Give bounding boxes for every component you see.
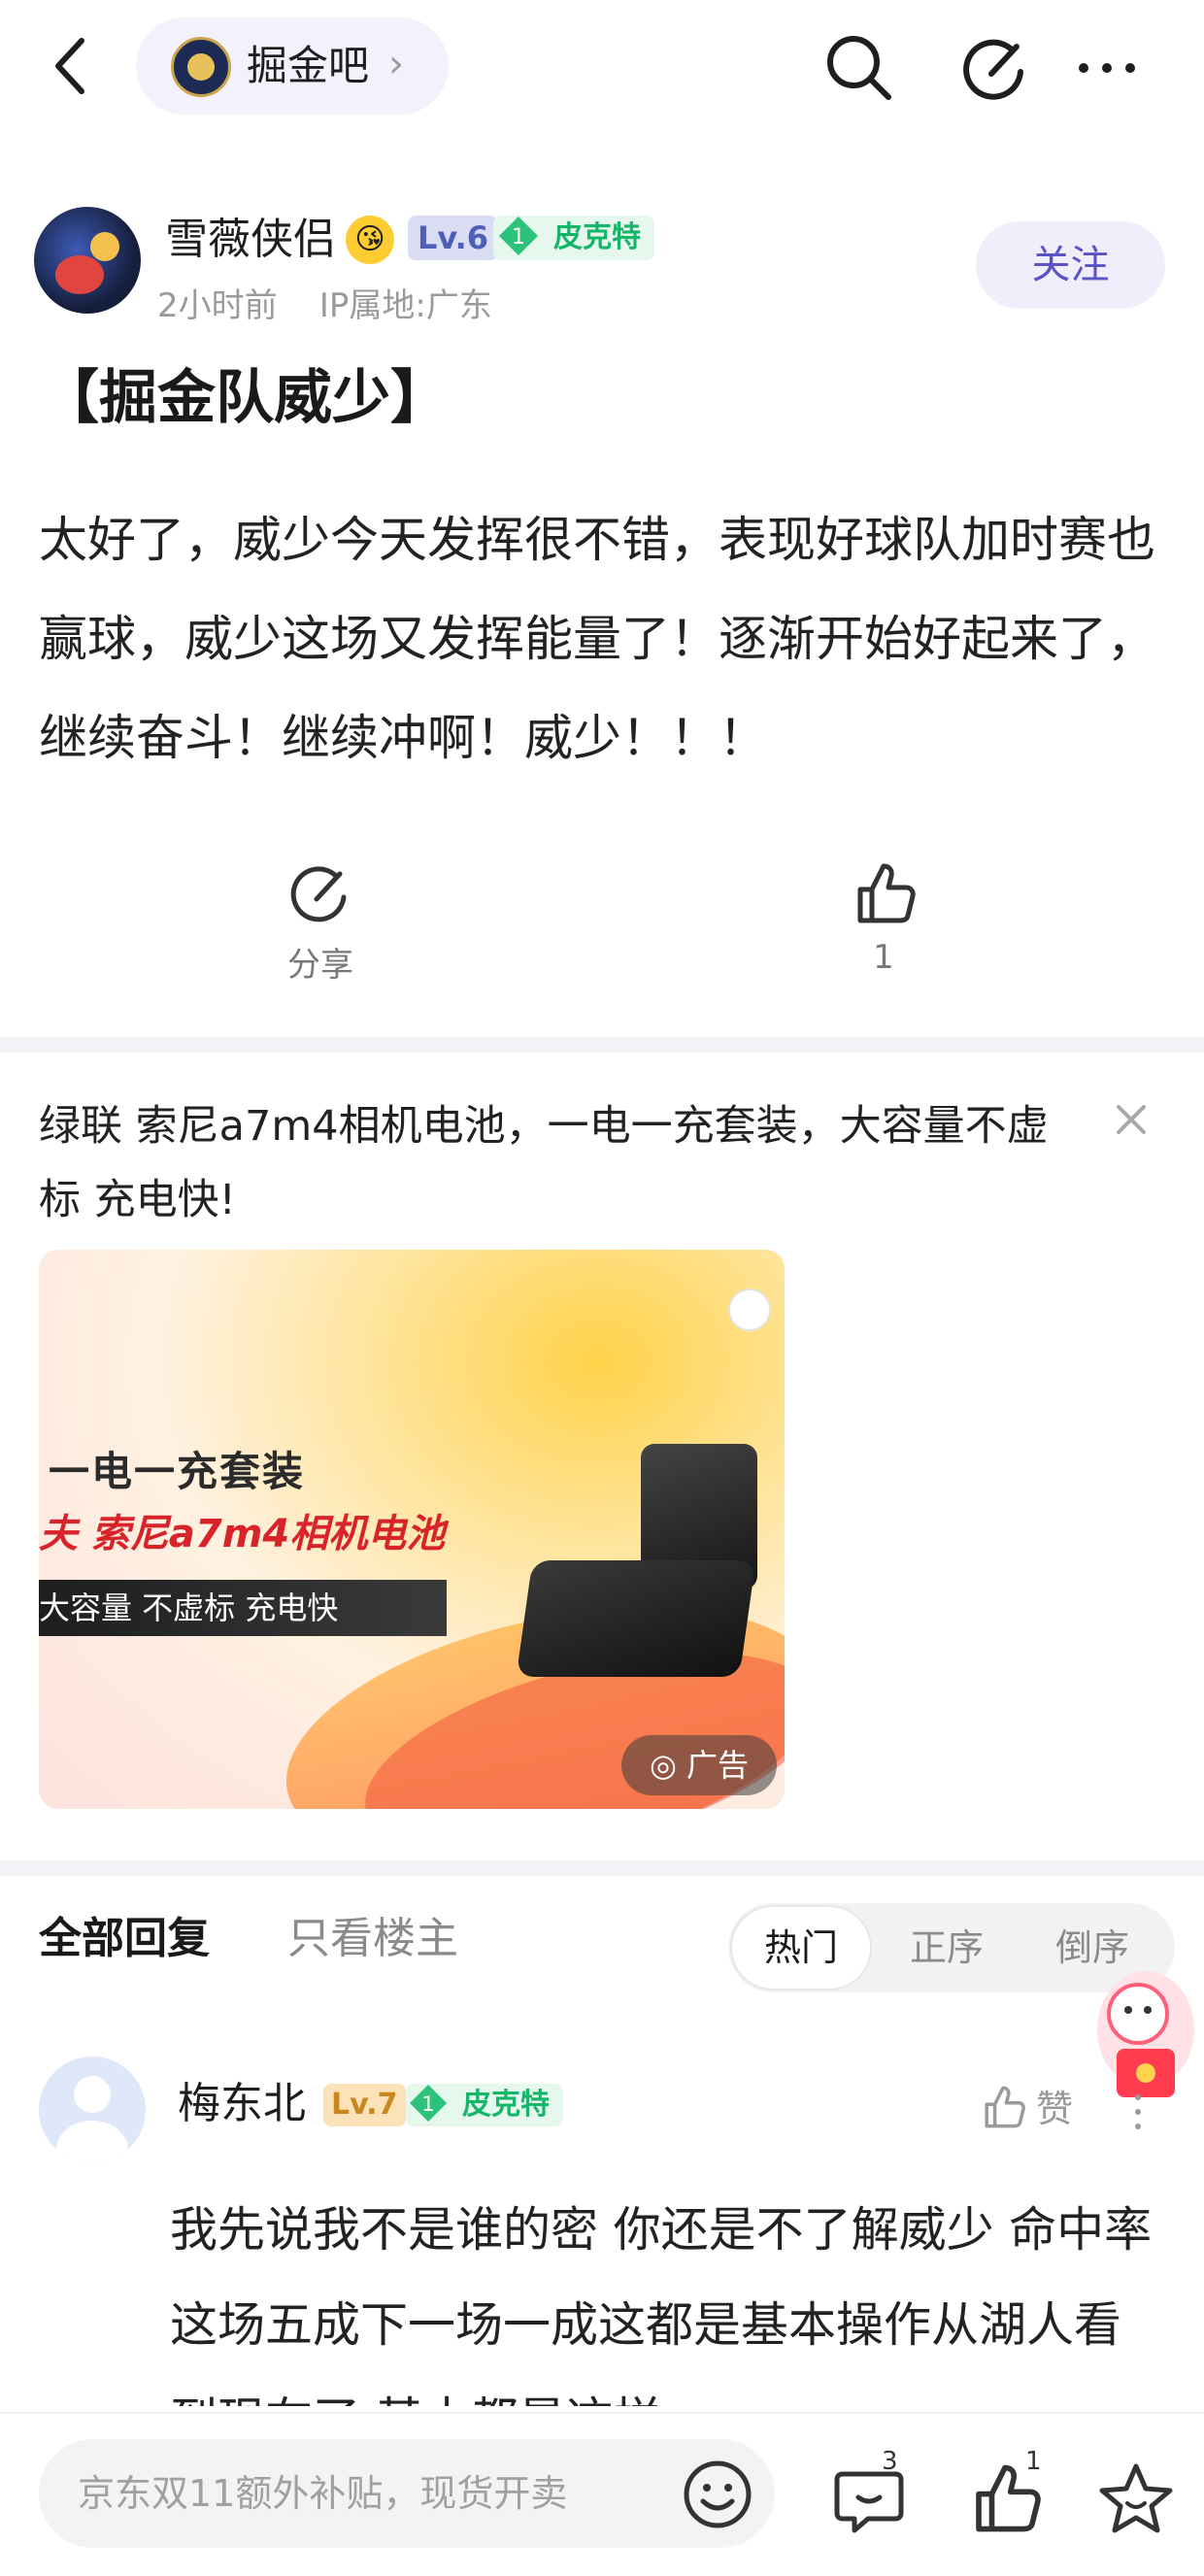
ad-target-icon: ◎ (649, 1747, 687, 1784)
diamond-level-text: 1 (512, 225, 525, 250)
ad-image-headline: 一电一充套装 (49, 1448, 306, 1495)
post-ip-location: IP属地:广东 (318, 286, 492, 325)
ad-image-product: 夫 索尼a7m4相机电池 (39, 1512, 446, 1556)
more-dots-icon (1079, 63, 1135, 73)
search-button[interactable] (820, 29, 898, 107)
tab-all-replies[interactable]: 全部回复 (39, 1910, 210, 1968)
sort-hot-button[interactable]: 热门 (730, 1905, 872, 1991)
share-icon (290, 866, 347, 922)
chevron-right-icon: › (388, 42, 404, 86)
like-button[interactable]: 1 (806, 854, 961, 990)
mascot-icon (728, 1288, 771, 1331)
reply-avatar[interactable] (39, 2057, 146, 2163)
forum-name: 掘金吧 (247, 42, 370, 89)
bottom-like-count: 1 (1025, 2447, 1042, 2476)
sort-asc-button[interactable]: 正序 (888, 1905, 1005, 1991)
search-icon (827, 36, 891, 100)
back-button[interactable] (39, 27, 107, 105)
share-label: 分享 (287, 946, 353, 985)
diamond-level-icon: 1 (410, 2085, 447, 2122)
section-divider (0, 1860, 1204, 1876)
reply-input-placeholder: 京东双11额外补贴，现货开卖 (78, 2472, 568, 2515)
thumbs-up-icon (857, 863, 916, 923)
post-body: 太好了，威少今天发挥很不错，表现好球队加时赛也赢球，威少这场又发挥能量了！逐渐开… (39, 512, 1155, 766)
ad-label-badge: ◎ 广告 (621, 1735, 777, 1795)
smiley-icon (684, 2460, 752, 2528)
more-options-button[interactable] (1068, 39, 1146, 97)
diamond-level-text: 1 (421, 2092, 434, 2116)
reply-body: 我先说我不是谁的密 你还是不了解威少 命中率这场五成下一场一成这都是基本操作从湖… (170, 2202, 1153, 2406)
reply-like-button[interactable]: 赞 (976, 2080, 1087, 2138)
tab-op-only[interactable]: 只看楼主 (287, 1910, 458, 1968)
follow-button[interactable]: 关注 (976, 221, 1165, 309)
comment-button[interactable] (825, 2455, 913, 2542)
reply-like-label: 赞 (1036, 2088, 1074, 2130)
close-icon (1117, 1105, 1146, 1134)
share-top-button[interactable] (956, 29, 1034, 107)
ad-close-button[interactable] (1107, 1095, 1155, 1144)
chevron-left-icon (55, 38, 84, 94)
charger-product (516, 1560, 756, 1677)
reply-level-badge: Lv.7 (323, 2084, 406, 2126)
like-count: 1 (873, 938, 894, 977)
author-name[interactable]: 雪薇侠侣 (165, 212, 336, 268)
author-avatar[interactable] (34, 207, 141, 314)
thumbs-up-icon (985, 2086, 1025, 2128)
ad-image-slogan: 大容量 不虚标 充电快 (39, 1580, 447, 1636)
post-time: 2小时前 (157, 286, 278, 325)
ad-title[interactable]: 绿联 索尼a7m4相机电池，一电一充套装，大容量不虚标 充电快! (39, 1089, 1049, 1237)
post-meta: 2小时前 IP属地:广东 (157, 284, 492, 328)
favorite-button[interactable] (1092, 2455, 1180, 2542)
author-level-badge: Lv.6 (408, 216, 499, 260)
diamond-level-icon: 1 (499, 217, 538, 255)
forum-logo (171, 37, 231, 97)
post-title: 【掘金队威少】 (41, 364, 449, 432)
share-button[interactable]: 分享 (248, 854, 393, 990)
section-divider (0, 1037, 1204, 1053)
share-icon (963, 39, 1023, 100)
ad-image[interactable]: 一电一充套装 夫 索尼a7m4相机电池 大容量 不虚标 充电快 ◎ 广告 (39, 1250, 785, 1809)
comment-count: 3 (882, 2447, 898, 2476)
comment-icon (834, 2471, 904, 2533)
author-emoji: 😘 (346, 216, 394, 264)
reply-more-icon[interactable] (1126, 2088, 1150, 2136)
reply-input[interactable]: 京东双11额外补贴，现货开卖 (39, 2439, 775, 2548)
reply-author-name[interactable]: 梅东北 (178, 2076, 306, 2132)
ad-label: 广告 (686, 1747, 750, 1784)
star-icon (1099, 2463, 1173, 2533)
emoji-button[interactable] (680, 2457, 755, 2532)
